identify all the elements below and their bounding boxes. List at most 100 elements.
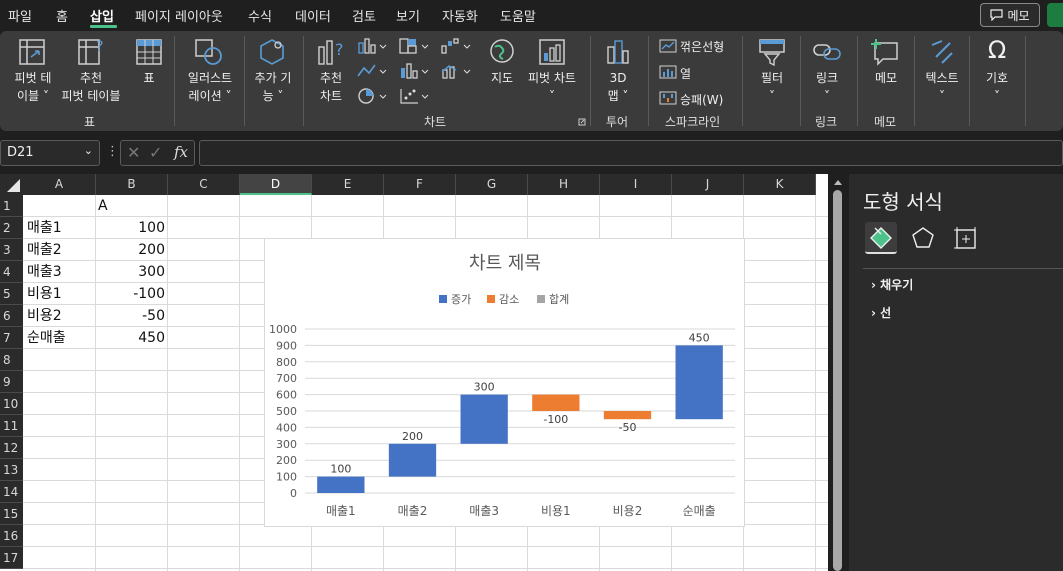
sparkline-column-icon[interactable] bbox=[659, 65, 677, 79]
share-button[interactable] bbox=[1047, 3, 1063, 27]
line-chart-icon[interactable] bbox=[356, 62, 388, 80]
hierarchy-chart-icon[interactable] bbox=[398, 37, 430, 55]
cell-b3[interactable]: 200 bbox=[96, 239, 165, 261]
column-header-k[interactable]: K bbox=[744, 174, 816, 195]
3d-map-label[interactable]: 3D 맵 ˅ bbox=[600, 69, 636, 105]
vertical-scrollbar[interactable] bbox=[829, 174, 847, 571]
recommended-charts-icon[interactable]: ? bbox=[316, 37, 348, 67]
tab-review[interactable]: 검토 bbox=[352, 6, 376, 25]
combo-chart-icon[interactable] bbox=[440, 62, 472, 80]
tab-home[interactable]: 홈 bbox=[56, 6, 68, 25]
enter-icon[interactable]: ✓ bbox=[149, 143, 162, 162]
column-header-i[interactable]: I bbox=[600, 174, 672, 195]
waterfall-chart-icon[interactable] bbox=[440, 37, 472, 55]
row-header-3[interactable]: 3 bbox=[0, 239, 23, 261]
addins-icon[interactable] bbox=[257, 37, 287, 67]
pivot-table-label[interactable]: 피벗 테 이블 ˅ bbox=[8, 69, 58, 105]
tab-insert[interactable]: 삽입 bbox=[90, 6, 114, 25]
tab-page-layout[interactable]: 페이지 레이아웃 bbox=[135, 6, 223, 25]
cell-a3[interactable]: 매출2 bbox=[27, 239, 62, 261]
pie-chart-icon[interactable] bbox=[356, 87, 388, 105]
insert-function-icon[interactable]: fx bbox=[174, 143, 188, 161]
cell-b6[interactable]: -50 bbox=[96, 305, 165, 327]
name-box[interactable]: D21 ⌄ bbox=[0, 140, 100, 166]
row-header-12[interactable]: 12 bbox=[0, 437, 23, 459]
charts-launcher-icon[interactable] bbox=[578, 118, 586, 126]
tab-data[interactable]: 데이터 bbox=[295, 6, 331, 25]
column-header-f[interactable]: F bbox=[384, 174, 456, 195]
formula-input[interactable] bbox=[199, 140, 1063, 166]
column-chart-icon[interactable] bbox=[356, 37, 388, 55]
text-label[interactable]: 텍스트 ˅ bbox=[920, 69, 964, 105]
pivot-chart-icon[interactable] bbox=[537, 37, 567, 67]
cell-a5[interactable]: 비용1 bbox=[27, 283, 62, 305]
sparkline-line-icon[interactable] bbox=[659, 39, 677, 53]
row-header-2[interactable]: 2 bbox=[0, 217, 23, 239]
section-line[interactable]: › 선 bbox=[871, 304, 891, 321]
text-icon[interactable] bbox=[928, 37, 956, 67]
illustrations-icon[interactable] bbox=[193, 37, 225, 67]
maps-label[interactable]: 지도 bbox=[486, 69, 518, 87]
tab-formulas[interactable]: 수식 bbox=[248, 6, 272, 25]
comments-button[interactable]: 메모 bbox=[980, 3, 1040, 27]
cell-b4[interactable]: 300 bbox=[96, 261, 165, 283]
worksheet-grid[interactable]: ABCDEFGHIJK 1 2 3 4 5 6 7 8 9 10 11 12 13 14 15 16 17 A … bbox=[0, 174, 828, 571]
link-label[interactable]: 링크 ˅ bbox=[808, 69, 846, 105]
tab-file[interactable]: 파일 bbox=[8, 6, 32, 25]
select-all-corner[interactable] bbox=[0, 174, 23, 195]
row-header-1[interactable]: 1 bbox=[0, 195, 23, 217]
cell-b2[interactable]: 100 bbox=[96, 217, 165, 239]
row-header-7[interactable]: 7 bbox=[0, 327, 23, 349]
column-header-d[interactable]: D bbox=[240, 174, 312, 195]
cell-a6[interactable]: 비용2 bbox=[27, 305, 62, 327]
row-header-10[interactable]: 10 bbox=[0, 393, 23, 415]
new-comment-icon[interactable] bbox=[869, 37, 901, 67]
sparkline-line-label[interactable]: 꺾은선형 bbox=[680, 38, 724, 55]
statistic-chart-icon[interactable] bbox=[398, 62, 430, 80]
row-header-4[interactable]: 4 bbox=[0, 261, 23, 283]
scrollbar-thumb[interactable] bbox=[833, 190, 842, 571]
tab-help[interactable]: 도움말 bbox=[500, 6, 536, 25]
row-header-9[interactable]: 9 bbox=[0, 371, 23, 393]
filter-label[interactable]: 필터 ˅ bbox=[752, 69, 792, 105]
tab-view[interactable]: 보기 bbox=[396, 6, 420, 25]
recommended-charts-label[interactable]: 추천 차트 bbox=[311, 69, 351, 105]
scatter-chart-icon[interactable] bbox=[398, 87, 430, 105]
column-header-e[interactable]: E bbox=[312, 174, 384, 195]
table-label[interactable]: 표 bbox=[137, 69, 161, 87]
effects-icon[interactable] bbox=[907, 222, 939, 254]
column-header-h[interactable]: H bbox=[528, 174, 600, 195]
table-icon[interactable] bbox=[134, 37, 164, 67]
cell-b7[interactable]: 450 bbox=[96, 327, 165, 349]
cell-a7[interactable]: 순매출 bbox=[27, 327, 66, 349]
row-header-15[interactable]: 15 bbox=[0, 503, 23, 525]
comment-label[interactable]: 메모 bbox=[868, 69, 904, 87]
column-header-g[interactable]: G bbox=[456, 174, 528, 195]
column-header-j[interactable]: J bbox=[672, 174, 744, 195]
3d-map-icon[interactable] bbox=[603, 37, 633, 67]
symbols-icon[interactable]: Ω bbox=[981, 35, 1013, 65]
row-header-11[interactable]: 11 bbox=[0, 415, 23, 437]
pivot-table-icon[interactable] bbox=[17, 37, 47, 67]
symbols-label[interactable]: 기호 ˅ bbox=[980, 69, 1014, 105]
column-header-b[interactable]: B bbox=[96, 174, 168, 195]
cell-b5[interactable]: -100 bbox=[96, 283, 165, 305]
row-header-14[interactable]: 14 bbox=[0, 481, 23, 503]
sparkline-winloss-label[interactable]: 승패(W) bbox=[680, 91, 723, 108]
sparkline-winloss-icon[interactable] bbox=[659, 91, 677, 105]
maps-icon[interactable] bbox=[488, 37, 516, 65]
section-fill[interactable]: › 채우기 bbox=[871, 276, 913, 293]
illustrations-label[interactable]: 일러스트 레이션 ˅ bbox=[180, 69, 240, 105]
pivot-chart-label[interactable]: 피벗 차트 ˅ bbox=[522, 69, 582, 105]
cancel-icon[interactable]: ✕ bbox=[127, 143, 140, 162]
waterfall-chart[interactable]: 차트 제목 증가 감소 합계 0 100 200 300 400 500 600 700 800 900 1… bbox=[264, 238, 745, 527]
row-header-6[interactable]: 6 bbox=[0, 305, 23, 327]
row-header-16[interactable]: 16 bbox=[0, 525, 23, 547]
addins-label[interactable]: 추가 기 능 ˅ bbox=[248, 69, 298, 105]
column-header-a[interactable]: A bbox=[23, 174, 96, 195]
cell-a4[interactable]: 매출3 bbox=[27, 261, 62, 283]
column-header-c[interactable]: C bbox=[168, 174, 240, 195]
sparkline-column-label[interactable]: 열 bbox=[680, 65, 691, 82]
scroll-up-icon[interactable] bbox=[833, 178, 843, 186]
row-header-17[interactable]: 17 bbox=[0, 547, 23, 569]
